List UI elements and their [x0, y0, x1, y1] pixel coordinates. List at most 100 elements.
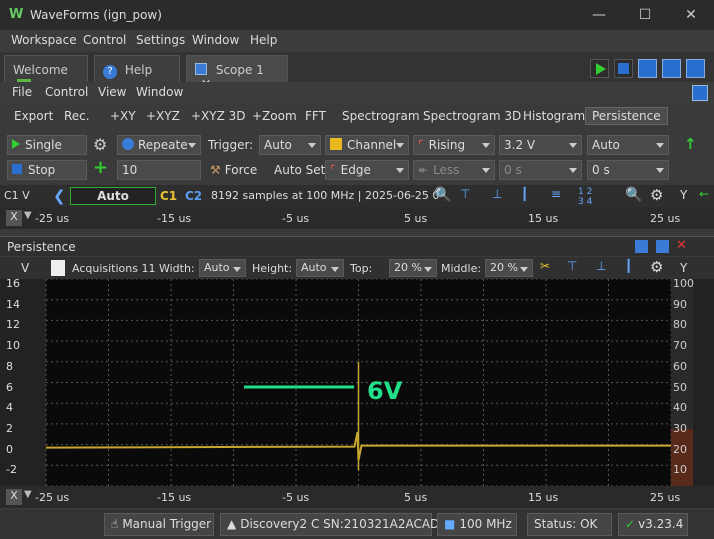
rec-button[interactable]: Rec.: [64, 109, 90, 123]
auto-select[interactable]: Auto: [587, 135, 669, 155]
time1-input[interactable]: 0 s: [499, 160, 582, 180]
version-button[interactable]: ✓ v3.23.4: [618, 513, 688, 536]
zoom-icon[interactable]: 🔍: [434, 187, 451, 203]
c2-label[interactable]: C2: [185, 189, 202, 203]
stop-icon[interactable]: [614, 59, 633, 78]
menu-help[interactable]: Help: [250, 33, 277, 47]
auto-mode-box[interactable]: Auto: [70, 187, 156, 205]
float-icon[interactable]: [656, 240, 669, 253]
device-label: Discovery2 C SN:210321A2ACAD: [240, 517, 440, 531]
top-select[interactable]: 20 %: [389, 259, 437, 277]
fft-button[interactable]: FFT: [305, 109, 326, 123]
spectrogram-button[interactable]: Spectrogram: [342, 109, 420, 123]
settings-icon[interactable]: ⚙: [650, 258, 663, 276]
tab-welcome[interactable]: Welcome +: [4, 55, 88, 93]
xyz-button[interactable]: +XYZ: [146, 109, 180, 123]
tab-label: Welcome: [13, 63, 68, 77]
add-icon[interactable]: +: [93, 157, 108, 178]
time2-input[interactable]: 0 s: [587, 160, 669, 180]
cursor-v-icon[interactable]: ┃: [625, 259, 632, 273]
source-select[interactable]: Channel: [325, 135, 409, 155]
maximize-button[interactable]: ☐: [622, 0, 668, 30]
arrow-up-icon[interactable]: ↑: [684, 135, 697, 153]
x-axis-dropdown[interactable]: ▼: [24, 210, 32, 221]
y-button[interactable]: Y: [680, 188, 687, 202]
restore-icon[interactable]: [635, 240, 648, 253]
version-icon: ✓: [625, 517, 636, 531]
minimize-button[interactable]: —: [576, 0, 622, 30]
single-button[interactable]: Single: [7, 135, 87, 155]
frequency-button[interactable]: ■ 100 MHz: [437, 513, 517, 536]
status-button[interactable]: Status: OK: [527, 513, 612, 536]
broom-icon[interactable]: ✂: [540, 259, 550, 273]
document-icon[interactable]: [51, 260, 65, 276]
close-button[interactable]: ✕: [668, 0, 714, 30]
tab-help[interactable]: ? Help: [94, 55, 180, 82]
cursor-h2-icon[interactable]: ⊥: [596, 259, 606, 273]
spectrogram3d-button[interactable]: Spectrogram 3D: [423, 109, 521, 123]
mode-select[interactable]: Repeate: [117, 135, 201, 155]
list-icon[interactable]: ≡: [551, 187, 561, 201]
menu-control[interactable]: Control: [83, 33, 126, 47]
y-button[interactable]: Y: [680, 261, 687, 275]
zoom-button[interactable]: +Zoom: [252, 109, 297, 123]
xy-button[interactable]: +XY: [110, 109, 136, 123]
persistence-button[interactable]: Persistence: [585, 107, 668, 125]
scope-menu-file[interactable]: File: [12, 85, 32, 99]
menu-window[interactable]: Window: [192, 33, 239, 47]
height-select[interactable]: Auto: [296, 259, 344, 277]
autoset-button[interactable]: Auto Set: [274, 163, 325, 177]
tab-bar: Welcome + ? Help Scope 1 ✕: [0, 52, 714, 93]
x-axis-top: X ▼ -25 us -15 us -5 us 5 us 15 us 25 us: [0, 207, 714, 229]
tile-icon[interactable]: [662, 59, 681, 78]
scope-menu-view[interactable]: View: [98, 85, 126, 99]
condition-select[interactable]: ↞ Less: [413, 160, 495, 180]
cursor-h-icon[interactable]: ⊤: [460, 187, 470, 201]
percent-tick: 10: [673, 463, 687, 477]
help-icon: ?: [103, 65, 117, 79]
menu-settings[interactable]: Settings: [136, 33, 185, 47]
persistence-plot[interactable]: [0, 279, 714, 486]
window-icon[interactable]: [686, 59, 705, 78]
slope-select[interactable]: ⌜ Rising: [413, 135, 495, 155]
chevron-left-icon[interactable]: ❮: [53, 187, 66, 205]
settings-icon[interactable]: ⚙: [650, 186, 663, 204]
width-select[interactable]: Auto: [199, 259, 246, 277]
color-scale-low: [671, 429, 693, 486]
x-button[interactable]: X: [6, 210, 22, 226]
x-button[interactable]: X: [6, 489, 22, 505]
cascade-icon[interactable]: [638, 59, 657, 78]
dock-icon[interactable]: [692, 85, 708, 101]
c1-label[interactable]: C1: [160, 189, 177, 203]
scope-menu-window[interactable]: Window: [136, 85, 183, 99]
numbers-icon[interactable]: 1 23 4: [578, 187, 592, 207]
cursor-v-icon[interactable]: ┃: [521, 187, 528, 201]
trigger-mode-select[interactable]: Auto: [259, 135, 321, 155]
x-tick: -15 us: [157, 212, 192, 225]
gear-icon[interactable]: ⚙: [93, 135, 107, 154]
x-axis-dropdown[interactable]: ▼: [24, 489, 32, 500]
histogram-button[interactable]: Histogram: [523, 109, 585, 123]
menu-workspace[interactable]: Workspace: [11, 33, 77, 47]
level-select[interactable]: 3.2 V: [499, 135, 582, 155]
xyz3d-button[interactable]: +XYZ 3D: [191, 109, 246, 123]
condition-value: Less: [433, 163, 460, 177]
export-button[interactable]: Export: [14, 109, 53, 123]
stop-button[interactable]: Stop: [7, 160, 87, 180]
manual-trigger-button[interactable]: ☝ Manual Trigger: [104, 513, 214, 536]
close-panel-icon[interactable]: ✕: [676, 238, 687, 253]
cursor-h2-icon[interactable]: ⊥: [492, 187, 502, 201]
count-input[interactable]: 10: [117, 160, 201, 180]
arrow-left-icon[interactable]: ←: [699, 187, 709, 201]
run-icon[interactable]: [590, 59, 609, 78]
percent-tick: 100: [673, 277, 694, 290]
type-select[interactable]: ⌜ Edge: [325, 160, 409, 180]
scope-menu-control[interactable]: Control: [45, 85, 88, 99]
middle-select[interactable]: 20 %: [485, 259, 533, 277]
device-button[interactable]: ▲ Discovery2 C SN:210321A2ACAD: [220, 513, 439, 536]
tab-scope-1[interactable]: Scope 1 ✕: [186, 55, 288, 91]
force-button[interactable]: ⚒ Force: [210, 163, 257, 177]
cursor-h-icon[interactable]: ⊤: [567, 259, 577, 273]
search-icon[interactable]: 🔍: [625, 187, 642, 203]
x-tick: -5 us: [282, 491, 310, 504]
